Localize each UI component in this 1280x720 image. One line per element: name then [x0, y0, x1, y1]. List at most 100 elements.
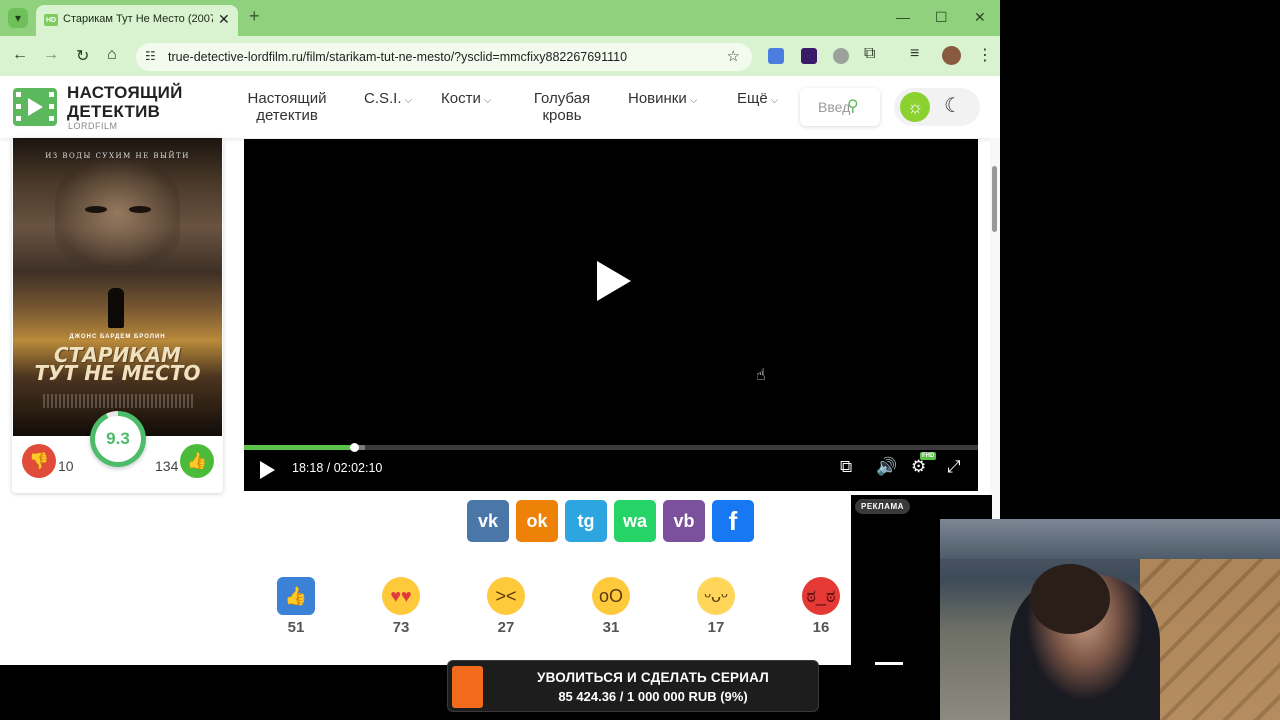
site-info-icon[interactable]: ☷ — [145, 49, 156, 63]
site-header: НАСТОЯЩИЙ ДЕТЕКТИВ LORDFILM Настоящий де… — [0, 76, 1000, 138]
reaction-angry[interactable]: ಠ_ಠ 16 — [791, 577, 851, 636]
poster-credits — [43, 394, 193, 408]
tab-bar: ▾ HD Старикам Тут Не Место (2007) ✕ + — … — [0, 0, 1000, 36]
webcam-overlay — [940, 519, 1280, 720]
back-button[interactable]: ← — [12, 46, 28, 64]
play-icon[interactable] — [260, 461, 275, 479]
time-display: 18:18 / 02:02:10 — [292, 461, 383, 475]
laughing-icon: >< — [487, 577, 525, 615]
picture-in-picture-icon[interactable]: ⧉ — [840, 457, 852, 477]
search-placeholder: Введ — [818, 99, 851, 115]
chevron-down-icon: ⌵ — [483, 95, 492, 106]
logo-icon[interactable] — [13, 88, 57, 126]
nav-item-blue-bloods[interactable]: Голубая кровь — [526, 90, 598, 124]
new-tab-button[interactable]: + — [249, 6, 260, 27]
movie-poster[interactable]: ИЗ ВОДЫ СУХИМ НЕ ВЫЙТИ ДЖОНС БАРДЕМ БРОЛ… — [13, 138, 222, 436]
logo-subtitle: LORDFILM — [68, 121, 118, 131]
share-telegram-button[interactable]: tg — [565, 500, 607, 542]
volume-icon[interactable]: 🔊 — [876, 457, 897, 477]
like-count: 134 — [155, 458, 179, 474]
extensions-puzzle-icon[interactable]: ⧉ — [864, 45, 875, 63]
reaction-love[interactable]: ♥♥ 73 — [371, 577, 431, 636]
progress-fill — [244, 445, 355, 450]
poster-figure — [108, 288, 124, 328]
forward-button[interactable]: → — [43, 46, 59, 64]
reaction-sad[interactable]: ᵕᴗᵕ 17 — [686, 577, 746, 636]
reaction-wow[interactable]: oO 31 — [581, 577, 641, 636]
like-button[interactable]: 👍 — [180, 444, 214, 478]
nav-item-more[interactable]: Ещё ⌵ — [737, 90, 778, 109]
donation-progress-icon — [452, 666, 483, 708]
nav-item-new[interactable]: Новинки ⌵ — [628, 90, 697, 109]
donation-amount: 85 424.36 / 1 000 000 RUB (9%) — [558, 689, 748, 704]
heart-eyes-icon: ♥♥ — [382, 577, 420, 615]
poster-card: ИЗ ВОДЫ СУХИМ НЕ ВЫЙТИ ДЖОНС БАРДЕМ БРОЛ… — [12, 138, 223, 493]
share-whatsapp-button[interactable]: wa — [614, 500, 656, 542]
mouse-cursor-icon: ☝ — [756, 367, 766, 384]
reaction-like[interactable]: 👍 51 — [266, 577, 326, 636]
extension-icon[interactable] — [833, 48, 849, 64]
ad-label: РЕКЛАМА — [855, 499, 910, 514]
sun-icon[interactable]: ☼ — [900, 92, 930, 122]
share-facebook-button[interactable]: f — [712, 500, 754, 542]
nav-item-bones[interactable]: Кости ⌵ — [441, 90, 491, 109]
tab-list-button[interactable]: ▾ — [8, 8, 28, 28]
donation-goal-widget: УВОЛИТЬСЯ И СДЕЛАТЬ СЕРИАЛ 85 424.36 / 1… — [447, 660, 819, 712]
tab-close-icon[interactable]: ✕ — [218, 11, 230, 28]
search-icon[interactable]: ⚲ — [847, 96, 859, 116]
search-input[interactable]: Введ ⚲ — [800, 88, 880, 126]
fullscreen-icon[interactable]: ⤢ — [947, 457, 961, 477]
dislike-count: 10 — [58, 458, 74, 474]
thumbs-up-icon: 👍 — [187, 453, 207, 470]
theme-switch[interactable]: ☼ ☾ — [894, 88, 980, 126]
website: НАСТОЯЩИЙ ДЕТЕКТИВ LORDFILM Настоящий де… — [0, 76, 1000, 665]
dislike-button[interactable]: 👎 — [22, 444, 56, 478]
scrollbar-thumb[interactable] — [992, 166, 997, 232]
reactions-panel: 👍 51 ♥♥ 73 >< 27 oO 31 ᵕᴗᵕ 17 ಠ_ಠ 16 — [244, 557, 854, 665]
maximize-button[interactable]: ☐ — [935, 9, 948, 26]
rating-ring: 9.3 — [90, 411, 146, 467]
menu-kebab-icon[interactable]: ⋮ — [977, 45, 993, 65]
media-control-icon[interactable]: ≡ — [910, 45, 919, 63]
rating-value: 9.3 — [95, 416, 141, 462]
thumbs-down-icon: 👎 — [29, 453, 49, 470]
reload-button[interactable]: ↻ — [76, 46, 89, 66]
settings-gear-icon[interactable]: ⚙ — [911, 457, 926, 477]
tab-favicon: HD — [44, 14, 58, 26]
progress-bar[interactable] — [244, 443, 978, 452]
home-button[interactable]: ⌂ — [107, 46, 117, 64]
minimize-button[interactable]: — — [896, 9, 910, 25]
extension-icon[interactable] — [801, 48, 817, 64]
chevron-down-icon: ⌵ — [689, 95, 698, 106]
translate-extension-icon[interactable] — [768, 48, 784, 64]
profile-avatar[interactable] — [942, 46, 961, 65]
reaction-laugh[interactable]: >< 27 — [476, 577, 536, 636]
warehouse-boxes — [1140, 559, 1280, 720]
poster-actors: ДЖОНС БАРДЕМ БРОЛИН — [69, 334, 166, 340]
thumbs-up-icon: 👍 — [277, 577, 315, 615]
bookmark-star-icon[interactable]: ☆ — [727, 47, 740, 65]
browser-toolbar: ← → ↻ ⌂ ☷ true-detective-lordfilm.ru/fil… — [0, 36, 1000, 76]
donation-title: УВОЛИТЬСЯ И СДЕЛАТЬ СЕРИАЛ — [537, 670, 769, 685]
url-text: true-detective-lordfilm.ru/film/starikam… — [168, 50, 628, 64]
moon-icon[interactable]: ☾ — [944, 93, 962, 118]
chevron-down-icon: ⌵ — [770, 95, 779, 106]
quality-badge: FHD — [920, 452, 937, 460]
chevron-down-icon: ⌵ — [404, 95, 413, 106]
video-player[interactable]: ☝ 18:18 / 02:02:10 ⧉ 🔊 ⚙ FHD ⤢ — [244, 139, 978, 491]
tab-title: Старикам Тут Не Место (2007) — [63, 13, 213, 25]
progress-knob[interactable] — [350, 443, 360, 452]
logo-title[interactable]: НАСТОЯЩИЙ ДЕТЕКТИВ — [67, 83, 207, 121]
address-bar[interactable]: ☷ true-detective-lordfilm.ru/film/starik… — [136, 43, 752, 71]
nav-item-true-detective[interactable]: Настоящий детектив — [238, 90, 336, 124]
big-play-icon[interactable] — [597, 261, 631, 301]
share-ok-button[interactable]: ok — [516, 500, 558, 542]
surprised-icon: oO — [592, 577, 630, 615]
share-vk-button[interactable]: vk — [467, 500, 509, 542]
nav-item-csi[interactable]: C.S.I. ⌵ — [364, 90, 412, 109]
active-tab[interactable]: HD Старикам Тут Не Место (2007) ✕ — [36, 5, 238, 36]
close-window-button[interactable]: ✕ — [974, 9, 986, 26]
angry-icon: ಠ_ಠ — [802, 577, 840, 615]
poster-title: СТАРИКАМ ТУТ НЕ МЕСТО — [34, 343, 201, 385]
share-viber-button[interactable]: vb — [663, 500, 705, 542]
